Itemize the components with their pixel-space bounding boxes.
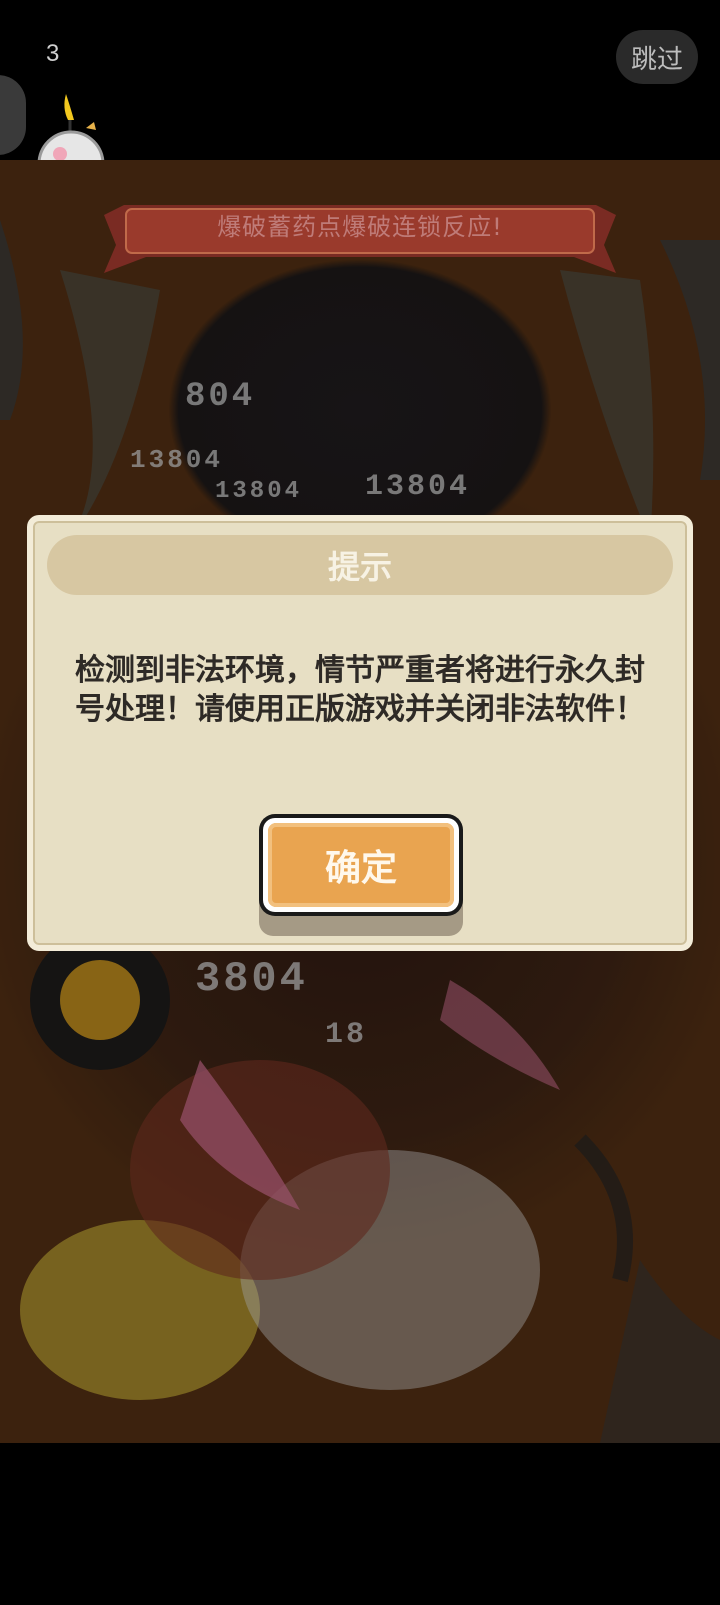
dialog-title: 提示 [47, 535, 673, 595]
alert-dialog: 提示 检测到非法环境，情节严重者将进行永久封号处理！请使用正版游戏并关闭非法软件… [27, 515, 693, 951]
dialog-message: 检测到非法环境，情节严重者将进行永久封号处理！请使用正版游戏并关闭非法软件！ [75, 653, 645, 727]
confirm-button[interactable]: 确定 [259, 814, 463, 916]
confirm-label: 确定 [268, 823, 454, 907]
modal-overlay: 提示 检测到非法环境，情节严重者将进行永久封号处理！请使用正版游戏并关闭非法软件… [0, 0, 720, 1605]
bottom-letterbox [0, 1443, 720, 1605]
